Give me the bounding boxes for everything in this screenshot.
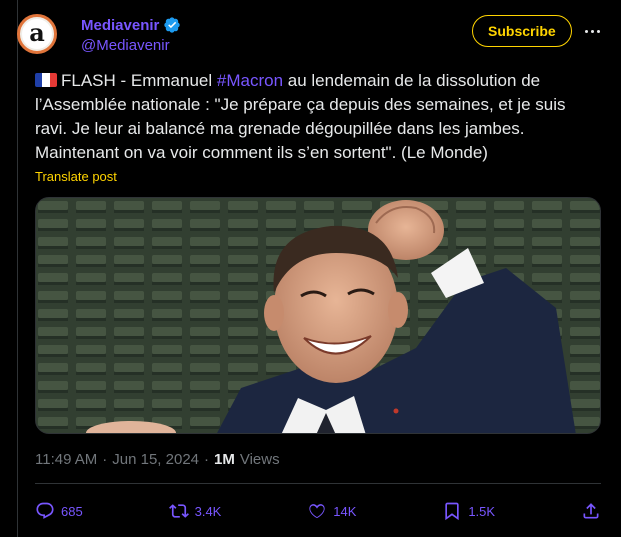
- france-flag-icon: [35, 73, 57, 87]
- action-bar: 685 3.4K 14K 1.5K: [35, 494, 601, 528]
- subscribe-button[interactable]: Subscribe: [472, 15, 572, 47]
- views-label: Views: [239, 451, 280, 468]
- avatar-logo: a: [22, 19, 52, 49]
- tweet-date[interactable]: Jun 15, 2024: [112, 451, 199, 468]
- share-icon: [583, 503, 599, 519]
- reply-count: 685: [61, 503, 83, 519]
- bookmark-button[interactable]: 1.5K: [442, 501, 495, 521]
- avatar[interactable]: a: [17, 14, 57, 54]
- tweet-photo[interactable]: [35, 197, 601, 434]
- photo-illustration: [36, 198, 600, 433]
- views-count: 1M: [214, 451, 235, 468]
- avatar-glyph: a: [29, 18, 45, 47]
- repost-icon: [168, 504, 189, 518]
- heart-icon: [309, 504, 325, 519]
- reply-button[interactable]: 685: [35, 501, 83, 521]
- author-name[interactable]: Mediavenir: [81, 17, 159, 34]
- tweet-text: FLASH - Emmanuel #Macron au lendemain de…: [35, 69, 595, 165]
- meta-separator: ·: [102, 451, 108, 468]
- author-name-row[interactable]: Mediavenir: [81, 16, 181, 34]
- meta-separator: ·: [204, 451, 210, 468]
- reply-icon: [36, 502, 54, 519]
- verified-badge-icon: [164, 17, 181, 33]
- share-button[interactable]: [581, 501, 601, 521]
- hashtag-link[interactable]: #Macron: [217, 71, 283, 90]
- like-button[interactable]: 14K: [307, 501, 356, 521]
- tweet-meta: 11:49 AM · Jun 15, 2024 · 1M Views: [35, 451, 280, 468]
- more-options-icon[interactable]: [585, 22, 605, 40]
- bookmark-icon: [445, 502, 459, 521]
- bookmark-count: 1.5K: [468, 503, 496, 519]
- repost-count: 3.4K: [194, 503, 222, 519]
- translate-post-link[interactable]: Translate post: [35, 169, 117, 184]
- tweet-text-before: FLASH - Emmanuel: [61, 71, 217, 90]
- divider: [35, 483, 601, 484]
- tweet-time[interactable]: 11:49 AM: [35, 451, 97, 468]
- author-handle[interactable]: @Mediavenir: [81, 37, 170, 54]
- repost-button[interactable]: 3.4K: [168, 501, 222, 521]
- like-count: 14K: [333, 503, 357, 519]
